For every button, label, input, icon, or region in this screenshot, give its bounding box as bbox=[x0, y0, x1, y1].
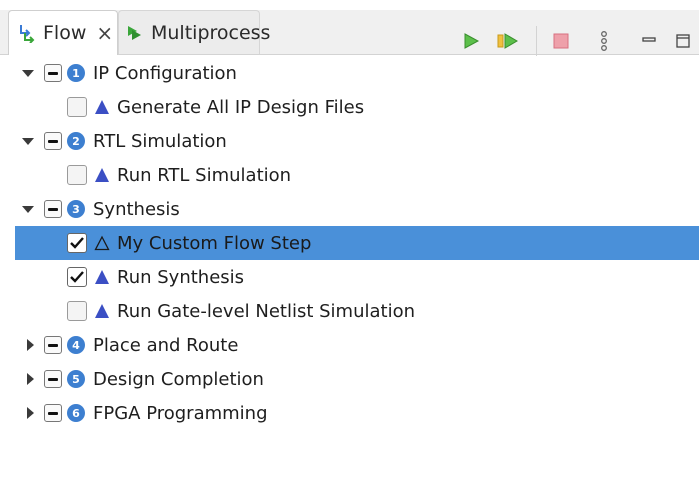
chevron-right-icon bbox=[26, 373, 34, 385]
tab-flow[interactable]: Flow × bbox=[8, 10, 118, 55]
stage-number-badge: 1 bbox=[67, 64, 85, 82]
stage-enable-toggle[interactable] bbox=[44, 404, 62, 422]
tab-flow-label: Flow bbox=[43, 22, 87, 44]
step-checkbox[interactable] bbox=[67, 267, 87, 287]
checkmark-icon bbox=[70, 237, 84, 249]
chevron-down-icon bbox=[22, 205, 34, 213]
stage-number-badge: 6 bbox=[67, 404, 85, 422]
stage-enable-toggle[interactable] bbox=[44, 200, 62, 218]
tree-stage-row[interactable]: 2 RTL Simulation bbox=[0, 124, 699, 158]
step-label: Run Gate-level Netlist Simulation bbox=[117, 300, 416, 322]
expand-toggle[interactable] bbox=[22, 67, 34, 79]
stage-number-badge: 4 bbox=[67, 336, 85, 354]
step-label: Generate All IP Design Files bbox=[117, 96, 365, 118]
stop-button[interactable] bbox=[550, 30, 572, 52]
step-checkbox[interactable] bbox=[67, 97, 87, 117]
stage-number-badge: 5 bbox=[67, 370, 85, 388]
stage-number-badge: 2 bbox=[67, 132, 85, 150]
step-triangle-icon bbox=[95, 168, 109, 182]
minimize-icon bbox=[642, 37, 656, 42]
step-triangle-icon bbox=[95, 304, 109, 318]
maximize-button[interactable] bbox=[672, 30, 694, 52]
stage-label: IP Configuration bbox=[93, 62, 237, 84]
tree-step-row[interactable]: Run RTL Simulation bbox=[0, 158, 699, 192]
chevron-down-icon bbox=[22, 69, 34, 77]
stage-label: Synthesis bbox=[93, 198, 180, 220]
step-checkbox[interactable] bbox=[67, 301, 87, 321]
stage-enable-toggle[interactable] bbox=[44, 132, 62, 150]
expand-toggle[interactable] bbox=[24, 373, 36, 385]
expand-toggle[interactable] bbox=[22, 135, 34, 147]
tree-stage-row[interactable]: 3 Synthesis bbox=[0, 192, 699, 226]
expand-toggle[interactable] bbox=[22, 203, 34, 215]
tree-step-row-selected[interactable]: My Custom Flow Step bbox=[15, 226, 699, 260]
stop-icon bbox=[553, 33, 569, 49]
stage-number-badge: 3 bbox=[67, 200, 85, 218]
step-label: Run Synthesis bbox=[117, 266, 245, 288]
tab-bar: Flow × Multiprocess bbox=[0, 10, 699, 56]
stage-label: FPGA Programming bbox=[93, 402, 268, 424]
close-icon[interactable]: × bbox=[96, 21, 113, 45]
tree-stage-row[interactable]: 6 FPGA Programming bbox=[0, 396, 699, 430]
more-options-button[interactable] bbox=[593, 30, 615, 52]
tab-multiprocess-label: Multiprocess bbox=[151, 21, 271, 44]
tree-step-row[interactable]: Generate All IP Design Files bbox=[0, 90, 699, 124]
step-checkbox[interactable] bbox=[67, 165, 87, 185]
tree-stage-row[interactable]: 4 Place and Route bbox=[0, 328, 699, 362]
chevron-right-icon bbox=[26, 339, 34, 351]
stage-label: Place and Route bbox=[93, 334, 239, 356]
stage-enable-toggle[interactable] bbox=[44, 370, 62, 388]
stage-enable-toggle[interactable] bbox=[44, 336, 62, 354]
tree-stage-row[interactable]: 5 Design Completion bbox=[0, 362, 699, 396]
step-label: My Custom Flow Step bbox=[117, 232, 312, 254]
toolbar-separator bbox=[536, 26, 537, 56]
step-triangle-icon bbox=[95, 270, 109, 284]
chevron-right-icon bbox=[26, 407, 34, 419]
run-step-button[interactable] bbox=[497, 30, 519, 52]
step-triangle-icon bbox=[95, 100, 109, 114]
expand-toggle[interactable] bbox=[24, 407, 36, 419]
run-icon bbox=[464, 33, 480, 49]
multiprocess-icon bbox=[125, 23, 145, 43]
tree-step-row[interactable]: Run Synthesis bbox=[0, 260, 699, 294]
stage-enable-toggle[interactable] bbox=[44, 64, 62, 82]
stage-label: Design Completion bbox=[93, 368, 264, 390]
more-options-icon bbox=[601, 31, 607, 51]
tree-step-row[interactable]: Run Gate-level Netlist Simulation bbox=[0, 294, 699, 328]
step-label: Run RTL Simulation bbox=[117, 164, 292, 186]
expand-toggle[interactable] bbox=[24, 339, 36, 351]
run-step-icon bbox=[497, 33, 518, 49]
minimize-button[interactable] bbox=[638, 30, 660, 52]
run-button[interactable] bbox=[460, 30, 482, 52]
tab-multiprocess[interactable]: Multiprocess bbox=[118, 10, 270, 54]
step-checkbox[interactable] bbox=[67, 233, 87, 253]
maximize-icon bbox=[676, 34, 690, 48]
stage-label: RTL Simulation bbox=[93, 130, 227, 152]
flow-arrows-icon bbox=[17, 23, 37, 43]
tree-stage-row[interactable]: 1 IP Configuration bbox=[0, 56, 699, 90]
checkmark-icon bbox=[70, 271, 84, 283]
step-triangle-icon bbox=[94, 235, 110, 251]
flow-panel: Flow × Multiprocess 1 IP Configuration G… bbox=[0, 0, 699, 504]
chevron-down-icon bbox=[22, 137, 34, 145]
